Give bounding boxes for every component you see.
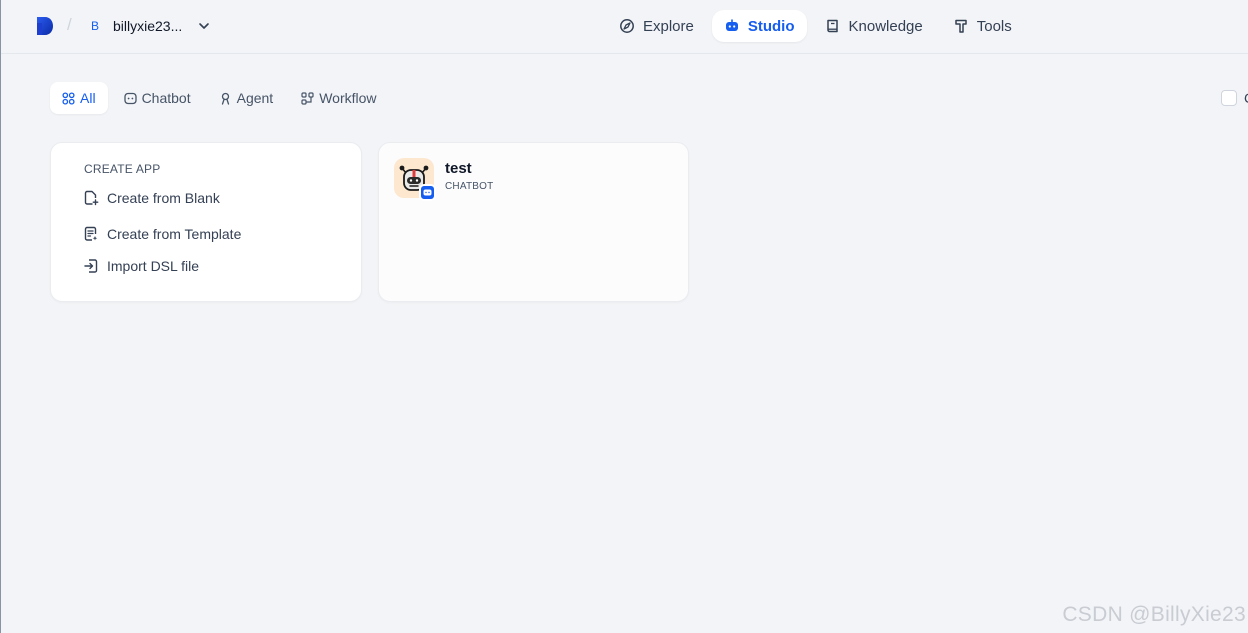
nav-tools-label: Tools (976, 17, 1012, 35)
nav-studio-label: Studio (747, 17, 795, 35)
file-plus-icon (84, 190, 99, 206)
import-dsl-label: Import DSL file (107, 258, 200, 274)
create-app-card: CREATE APP Create from Blank Create from… (50, 142, 362, 302)
chevron-down-icon (199, 23, 210, 29)
workspace-selector[interactable]: B billyxie23... (85, 13, 212, 39)
create-app-title: CREATE APP (84, 162, 161, 176)
agent-icon (221, 92, 229, 105)
app-frame: / B billyxie23... Explore Studio Knowled… (0, 0, 1248, 633)
app-name: test (445, 160, 472, 177)
app-type-tabs: All Chatbot Agent Workflow (50, 82, 389, 114)
workspace-avatar: B (90, 19, 99, 33)
tab-chatbot[interactable]: Chatbot (112, 82, 203, 114)
template-icon (84, 226, 98, 241)
create-from-blank-label: Create from Blank (107, 190, 220, 206)
import-icon (84, 259, 98, 273)
create-from-blank-button[interactable]: Create from Blank (83, 186, 220, 210)
filter-checkbox-label: C (1244, 90, 1248, 106)
tab-chatbot-label: Chatbot (141, 90, 191, 106)
compass-icon (620, 19, 634, 33)
tab-agent[interactable]: Agent (207, 82, 286, 114)
watermark-text: CSDN @BillyXie23 (1062, 603, 1246, 626)
hammer-icon (955, 19, 967, 33)
chatbot-badge-icon (419, 184, 436, 201)
workflow-icon (301, 91, 314, 105)
tab-workflow[interactable]: Workflow (289, 82, 388, 114)
breadcrumb-separator: / (67, 15, 72, 34)
nav-knowledge[interactable]: Knowledge (813, 10, 935, 42)
tab-workflow-label: Workflow (319, 90, 377, 106)
create-from-template-label: Create from Template (107, 226, 242, 242)
app-card-test[interactable]: test CHATBOT (378, 142, 689, 302)
grid-icon (62, 91, 75, 105)
main-nav: Explore Studio Knowledge Tools (607, 10, 1024, 42)
tab-all-label: All (80, 90, 96, 106)
nav-explore[interactable]: Explore (607, 10, 706, 42)
robot-icon (725, 19, 738, 31)
tab-all[interactable]: All (50, 82, 108, 114)
top-navbar: / B billyxie23... Explore Studio Knowled… (1, 0, 1248, 54)
app-type-label: CHATBOT (445, 181, 494, 192)
workspace-name: billyxie23... (113, 18, 183, 34)
nav-tools[interactable]: Tools (941, 10, 1024, 42)
nav-explore-label: Explore (643, 17, 694, 35)
create-from-template-button[interactable]: Create from Template (83, 222, 241, 246)
chat-icon (123, 92, 137, 104)
tab-agent-label: Agent (236, 90, 274, 106)
nav-studio[interactable]: Studio (711, 10, 807, 42)
import-dsl-button[interactable]: Import DSL file (83, 254, 199, 278)
dify-logo-icon[interactable] (36, 16, 54, 36)
filter-checkbox[interactable] (1221, 90, 1237, 106)
nav-knowledge-label: Knowledge (848, 17, 923, 35)
book-icon (826, 19, 838, 33)
